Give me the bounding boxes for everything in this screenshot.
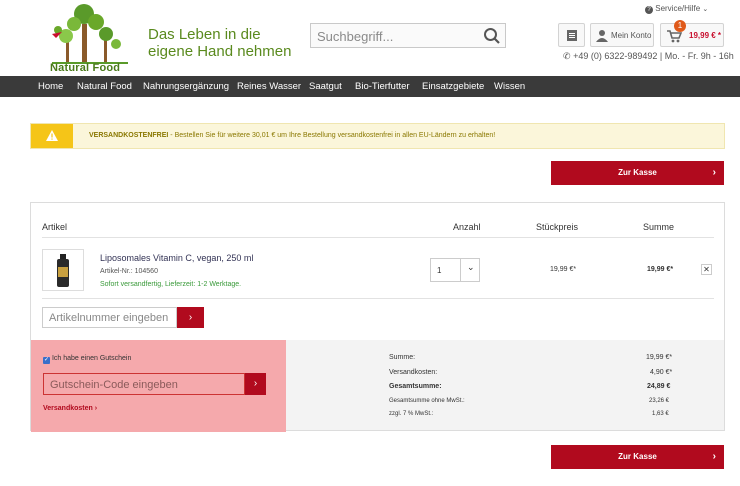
delivery-status: Sofort versandfertig, Lieferzeit: 1-2 We…	[100, 281, 242, 288]
remove-item-button[interactable]: ✕	[701, 264, 712, 275]
nav-item-natural-food[interactable]: Natural Food	[77, 81, 132, 92]
cart-button[interactable]: 19,99 € *	[660, 23, 724, 47]
notepad-button[interactable]	[558, 23, 585, 47]
total-value-grand: 24,89 €	[647, 383, 671, 390]
user-icon	[596, 30, 608, 42]
total-label-vat: zzgl. 7 % MwSt.:	[389, 411, 434, 417]
tagline-line-1: Das Leben in die	[148, 26, 261, 43]
checkbox-checked-icon: ✓	[43, 357, 50, 364]
chevron-right-icon: ›	[188, 312, 193, 323]
quantity-value: 1	[437, 266, 442, 275]
banner-bold: VERSANDKOSTENFREI	[89, 132, 169, 139]
banner-text: VERSANDKOSTENFREI - Bestellen Sie für we…	[89, 132, 495, 139]
checkout-button-top[interactable]: Zur Kasse ›	[551, 161, 724, 185]
header-sum: Summe	[643, 222, 675, 232]
checkout-button-bottom[interactable]: Zur Kasse ›	[551, 445, 724, 469]
warning-icon-box	[31, 124, 73, 148]
shipping-costs-label: Versandkosten	[43, 405, 93, 412]
total-label-shipping: Versandkosten:	[389, 369, 438, 376]
product-name[interactable]: Liposomales Vitamin C, vegan, 250 ml	[100, 253, 253, 263]
header-unit-price: Stückpreis	[536, 222, 579, 232]
warning-icon	[46, 130, 58, 141]
voucher-section: ✓ Ich habe einen Gutschein Gutschein-Cod…	[31, 340, 286, 432]
unit-price: 19,99 €*	[550, 266, 577, 273]
header-article: Artikel	[42, 222, 68, 232]
phone-icon: ✆	[563, 51, 571, 61]
tagline-line-2: eigene Hand nehmen	[148, 43, 292, 60]
search-icon[interactable]	[483, 27, 501, 45]
total-value-vat: 1,63 €	[652, 411, 669, 417]
phone-info: ✆ +49 (0) 6322-989492 | Mo. - Fr. 9h - 1…	[563, 51, 734, 62]
add-article-button[interactable]: ›	[177, 307, 204, 328]
service-help-menu[interactable]: ? Service/Hilfe ⌄	[645, 4, 708, 14]
help-icon: ?	[645, 6, 653, 14]
divider	[42, 237, 714, 238]
notepad-icon	[567, 30, 577, 41]
nav-item-wissen[interactable]: Wissen	[494, 81, 525, 92]
total-label-net: Gesamtsumme ohne MwSt.:	[389, 398, 465, 404]
total-value-sum: 19,99 €*	[646, 354, 673, 361]
nav-item-nahrungsergaenzung[interactable]: Nahrungsergänzung	[143, 81, 229, 92]
chevron-right-icon: ›	[712, 451, 716, 462]
order-totals: Summe: 19,99 €* Versandkosten: 4,90 €* G…	[286, 340, 724, 430]
quantity-select[interactable]: 1 ⌄	[430, 258, 480, 282]
checkout-label: Zur Kasse	[618, 168, 657, 177]
free-shipping-banner: VERSANDKOSTENFREI - Bestellen Sie für we…	[30, 123, 725, 149]
total-value-net: 23,26 €	[649, 398, 670, 404]
close-icon: ✕	[703, 265, 710, 274]
chevron-right-icon: ›	[253, 378, 258, 389]
product-number: Artikel-Nr.: 104560	[100, 268, 158, 275]
banner-message: - Bestellen Sie für weitere 30,01 € um I…	[168, 132, 496, 139]
voucher-checkbox[interactable]: ✓ Ich habe einen Gutschein	[43, 355, 131, 364]
total-value-shipping: 4,90 €*	[650, 369, 673, 376]
tagline: Das Leben in die eigene Hand nehmen	[148, 26, 291, 60]
nav-item-bio-tierfutter[interactable]: Bio-Tierfutter	[355, 81, 410, 92]
total-label-sum: Summe:	[389, 354, 416, 361]
voucher-code-input[interactable]: Gutschein-Code eingeben	[43, 373, 245, 395]
header-quantity: Anzahl	[453, 222, 481, 232]
apply-voucher-button[interactable]: ›	[245, 373, 266, 395]
my-account-button[interactable]: Mein Konto	[590, 23, 654, 47]
voucher-placeholder: Gutschein-Code eingeben	[50, 379, 178, 391]
total-label-grand: Gesamtsumme:	[389, 383, 442, 390]
chevron-down-icon: ⌄	[702, 6, 709, 13]
quantity-dropdown[interactable]: ⌄	[460, 259, 480, 281]
bottle-icon	[57, 254, 69, 287]
cart-total: 19,99 € *	[689, 31, 722, 40]
nav-item-reines-wasser[interactable]: Reines Wasser	[237, 81, 301, 92]
checkout-label: Zur Kasse	[618, 452, 657, 461]
nav-item-saatgut[interactable]: Saatgut	[309, 81, 342, 92]
divider	[42, 298, 714, 299]
nav-item-home[interactable]: Home	[38, 81, 63, 92]
shipping-costs-link[interactable]: Versandkosten ›	[43, 405, 97, 412]
search-placeholder: Suchbegriff...	[317, 29, 394, 44]
cart-count-badge: 1	[674, 20, 686, 32]
main-navigation: Home Natural Food Nahrungsergänzung Rein…	[0, 76, 740, 97]
article-number-input[interactable]: Artikelnummer eingeben	[42, 307, 177, 328]
chevron-down-icon: ⌄	[467, 262, 475, 272]
nav-item-einsatzgebiete[interactable]: Einsatzgebiete	[422, 81, 484, 92]
chevron-right-icon: ›	[712, 167, 716, 178]
phone-text: +49 (0) 6322-989492 | Mo. - Fr. 9h - 16h	[573, 51, 734, 61]
service-label: Service/Hilfe	[655, 4, 701, 13]
product-image[interactable]	[42, 249, 84, 291]
cart-table: Artikel Anzahl Stückpreis Summe Liposoma…	[30, 202, 725, 432]
article-number-placeholder: Artikelnummer eingeben	[49, 312, 169, 324]
logo-text: Natural Food	[50, 62, 121, 74]
search-input[interactable]: Suchbegriff...	[310, 23, 506, 48]
account-label: Mein Konto	[611, 31, 652, 40]
line-sum: 19,99 €*	[647, 266, 674, 273]
voucher-checkbox-label: Ich habe einen Gutschein	[51, 355, 132, 362]
